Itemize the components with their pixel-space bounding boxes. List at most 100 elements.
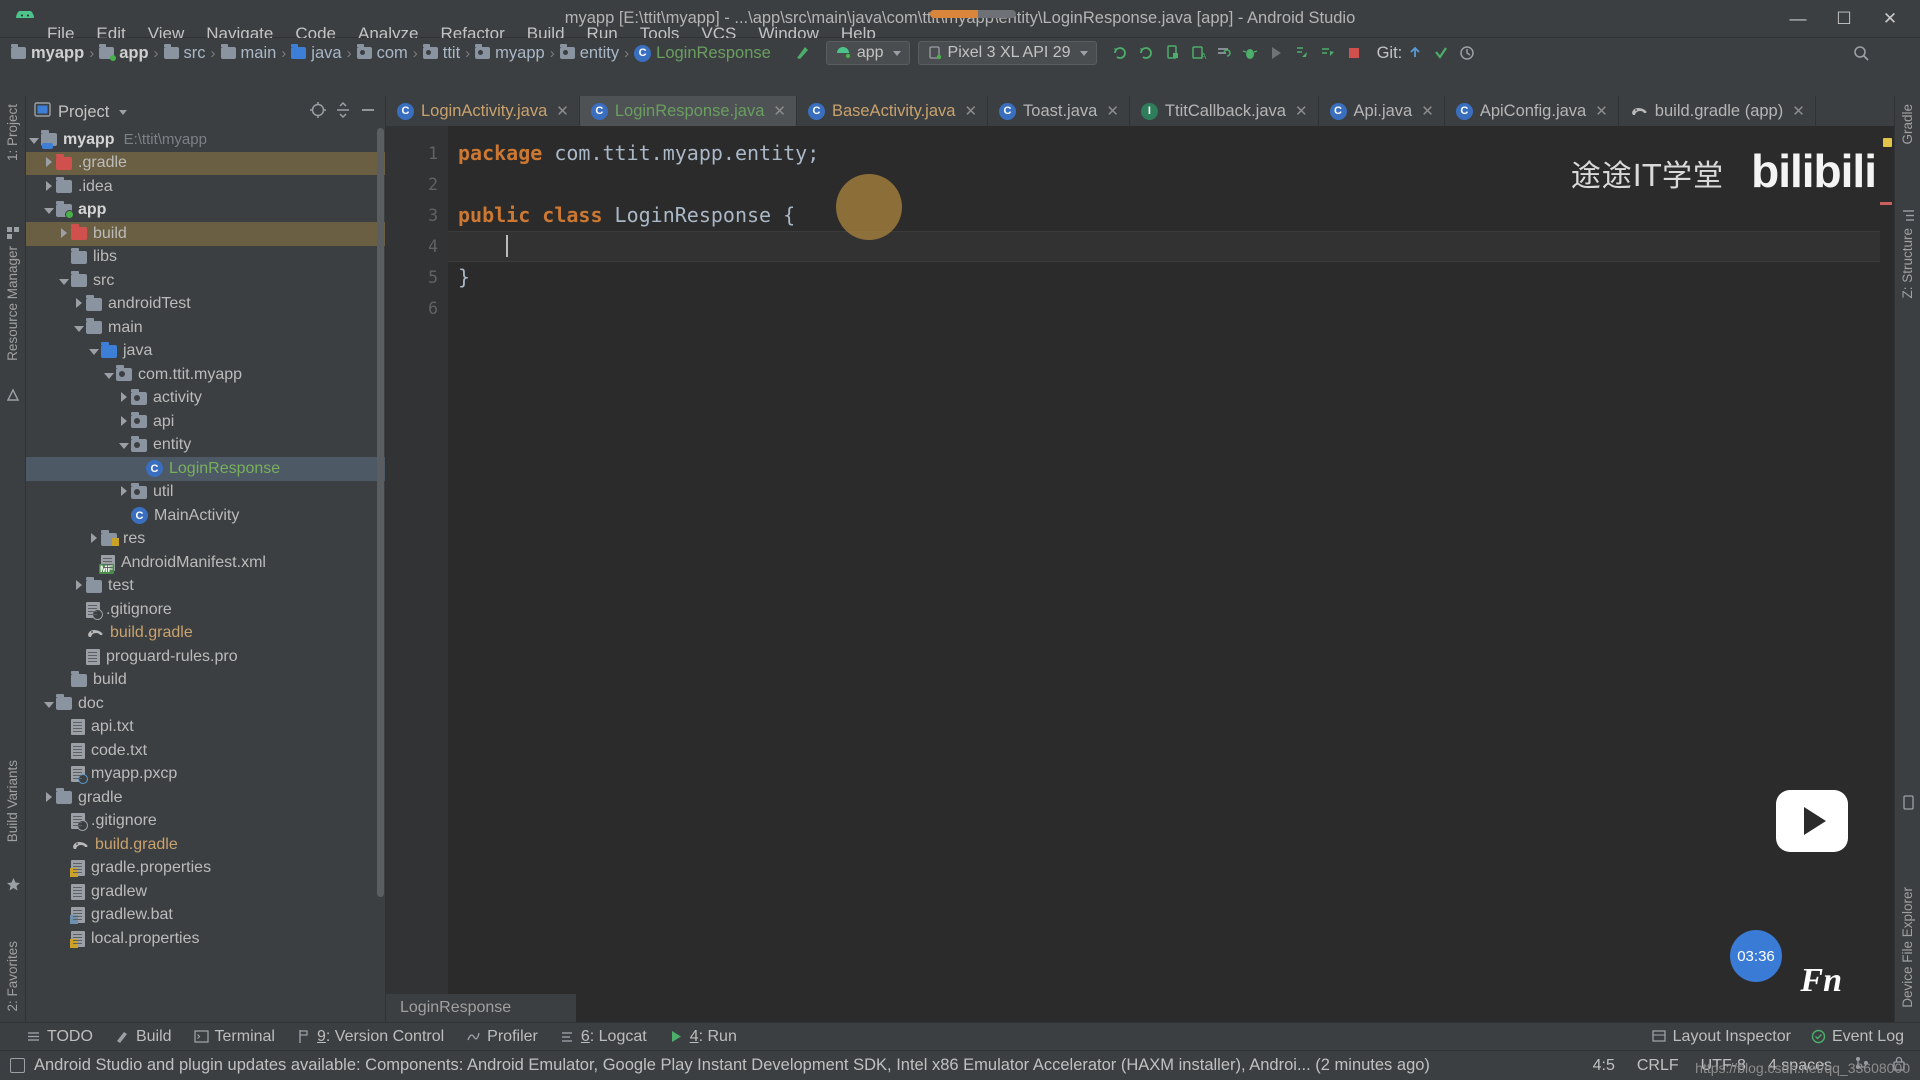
editor-tab-toast-java[interactable]: C Toast.java ✕ bbox=[988, 96, 1130, 126]
collapse-arrow-icon[interactable] bbox=[41, 789, 56, 807]
tree-node-api-txt[interactable]: api.txt bbox=[26, 716, 385, 740]
tree-node-entity[interactable]: entity bbox=[26, 434, 385, 458]
expand-arrow-icon[interactable] bbox=[116, 436, 131, 454]
refresh-icon[interactable] bbox=[1133, 41, 1159, 65]
close-tab-icon[interactable]: ✕ bbox=[1421, 102, 1434, 120]
tree-node-build-gradle[interactable]: build.gradle bbox=[26, 833, 385, 857]
code-text[interactable]: package com.ttit.myapp.entity; public cl… bbox=[448, 126, 1894, 1022]
collapse-arrow-icon[interactable] bbox=[116, 389, 131, 407]
tree-node-loginresponse[interactable]: C LoginResponse bbox=[26, 457, 385, 481]
make-project-icon[interactable] bbox=[790, 41, 816, 65]
toolwindow-event-log[interactable]: Event Log bbox=[1811, 1028, 1904, 1046]
expand-arrow-icon[interactable] bbox=[41, 201, 56, 219]
tree-node--gradle[interactable]: .gradle bbox=[26, 151, 385, 175]
toolwindow-run[interactable]: 4: Run bbox=[669, 1028, 737, 1046]
editor-breadcrumb[interactable]: LoginResponse bbox=[386, 994, 576, 1022]
toolwindow-version-control[interactable]: 9: Version Control bbox=[297, 1028, 444, 1046]
breadcrumb-com[interactable]: com bbox=[354, 44, 411, 63]
tree-node-com-ttit-myapp[interactable]: com.ttit.myapp bbox=[26, 363, 385, 387]
expand-arrow-icon[interactable] bbox=[101, 366, 116, 384]
tree-node-java[interactable]: java bbox=[26, 340, 385, 364]
tree-node-mainactivity[interactable]: C MainActivity bbox=[26, 504, 385, 528]
run-configuration-selector[interactable]: app bbox=[825, 41, 910, 65]
editor-tab-bar[interactable]: C LoginActivity.java ✕ C LoginResponse.java ✕… bbox=[386, 96, 1894, 126]
editor-tab-loginactivity-java[interactable]: C LoginActivity.java ✕ bbox=[386, 96, 580, 126]
rail-item-build-variants[interactable]: Build Variants bbox=[5, 760, 20, 842]
toolwindow-layout-inspector[interactable]: Layout Inspector bbox=[1651, 1028, 1791, 1046]
collapse-arrow-icon[interactable] bbox=[56, 225, 71, 243]
collapse-arrow-icon[interactable] bbox=[71, 295, 86, 313]
chevron-down-icon[interactable] bbox=[119, 109, 128, 115]
maximize-button[interactable]: ☐ bbox=[1822, 4, 1866, 34]
tree-node-code-txt[interactable]: code.txt bbox=[26, 739, 385, 763]
debug-icon[interactable] bbox=[1237, 41, 1263, 65]
tree-node--idea[interactable]: .idea bbox=[26, 175, 385, 199]
tree-node-myapp[interactable]: myapp E:\ttit\myapp bbox=[26, 128, 385, 152]
tree-node-activity[interactable]: activity bbox=[26, 387, 385, 411]
close-tab-icon[interactable]: ✕ bbox=[1106, 102, 1119, 120]
tree-node--gitignore[interactable]: .gitignore bbox=[26, 598, 385, 622]
editor-tab-build-gradle-app-[interactable]: build.gradle (app) ✕ bbox=[1619, 96, 1816, 126]
tree-node-test[interactable]: test bbox=[26, 575, 385, 599]
project-tree[interactable]: myapp E:\ttit\myapp .gradle .idea app build li… bbox=[26, 128, 385, 1022]
tree-node-build[interactable]: build bbox=[26, 222, 385, 246]
close-tab-icon[interactable]: ✕ bbox=[1595, 102, 1608, 120]
select-opened-file-icon[interactable] bbox=[309, 101, 327, 124]
expand-arrow-icon[interactable] bbox=[41, 695, 56, 713]
tree-node--gitignore[interactable]: .gitignore bbox=[26, 810, 385, 834]
collapse-arrow-icon[interactable] bbox=[71, 577, 86, 595]
device-selector[interactable]: Pixel 3 XL API 29 bbox=[917, 41, 1097, 65]
toolwindow-terminal[interactable]: Terminal bbox=[193, 1028, 275, 1046]
vcs-update-icon[interactable] bbox=[1402, 41, 1428, 65]
breadcrumb-myapp-pkg[interactable]: myapp bbox=[472, 44, 548, 63]
stop-icon[interactable] bbox=[1341, 41, 1367, 65]
caret-position[interactable]: 4:5 bbox=[1593, 1057, 1615, 1075]
rail-item-favorites[interactable]: 2: Favorites bbox=[5, 941, 20, 1012]
sdk-manager-icon[interactable]: A bbox=[1185, 41, 1211, 65]
collapse-arrow-icon[interactable] bbox=[86, 530, 101, 548]
editor-tab-apiconfig-java[interactable]: C ApiConfig.java ✕ bbox=[1445, 96, 1619, 126]
rail-item-structure[interactable]: Z: Structure bbox=[1900, 228, 1915, 299]
project-tree-scrollbar[interactable] bbox=[377, 128, 384, 897]
collapse-arrow-icon[interactable] bbox=[41, 178, 56, 196]
tree-node-gradlew-bat[interactable]: gradlew.bat bbox=[26, 904, 385, 928]
editor-scrollbar[interactable] bbox=[1880, 126, 1894, 1022]
breadcrumb-entity[interactable]: entity bbox=[557, 44, 622, 63]
editor-tab-ttitcallback-java[interactable]: I TtitCallback.java ✕ bbox=[1130, 96, 1319, 126]
expand-arrow-icon[interactable] bbox=[56, 272, 71, 290]
breadcrumb-app[interactable]: app bbox=[96, 44, 151, 63]
breadcrumb-src[interactable]: src bbox=[161, 44, 209, 63]
tree-node-build[interactable]: build bbox=[26, 669, 385, 693]
sync-project-icon[interactable] bbox=[1107, 41, 1133, 65]
breadcrumb-myapp[interactable]: myapp bbox=[8, 44, 87, 63]
rail-item-device-file-explorer[interactable]: Device File Explorer bbox=[1900, 887, 1915, 1008]
collapse-all-icon[interactable] bbox=[334, 101, 352, 124]
close-tab-icon[interactable]: ✕ bbox=[964, 102, 977, 120]
tree-node-main[interactable]: main bbox=[26, 316, 385, 340]
breadcrumb-loginresponse[interactable]: C LoginResponse bbox=[631, 44, 774, 63]
rail-item-project[interactable]: 1: Project bbox=[5, 104, 20, 161]
expand-arrow-icon[interactable] bbox=[71, 319, 86, 337]
vcs-commit-icon[interactable] bbox=[1428, 41, 1454, 65]
tree-node-build-gradle[interactable]: build.gradle bbox=[26, 622, 385, 646]
toolwindow-todo[interactable]: TODO bbox=[26, 1028, 93, 1046]
toolwindow-profiler[interactable]: Profiler bbox=[466, 1028, 538, 1046]
search-everywhere-icon[interactable] bbox=[1848, 41, 1874, 65]
breadcrumb-ttit[interactable]: ttit bbox=[420, 44, 463, 63]
rail-item-gradle[interactable]: Gradle bbox=[1900, 104, 1915, 145]
close-tab-icon[interactable]: ✕ bbox=[556, 102, 569, 120]
error-marker[interactable] bbox=[1880, 202, 1892, 205]
expand-arrow-icon[interactable] bbox=[86, 342, 101, 360]
collapse-arrow-icon[interactable] bbox=[41, 154, 56, 172]
rail-item-resource-manager[interactable]: Resource Manager bbox=[5, 246, 20, 361]
line-separator[interactable]: CRLF bbox=[1637, 1057, 1679, 1075]
status-message-area[interactable]: Android Studio and plugin updates availa… bbox=[10, 1056, 1430, 1075]
close-tab-icon[interactable]: ✕ bbox=[1295, 102, 1308, 120]
close-tab-icon[interactable]: ✕ bbox=[1792, 102, 1805, 120]
tree-node-myapp-pxcp[interactable]: myapp.pxcp bbox=[26, 763, 385, 787]
tree-node-doc[interactable]: doc bbox=[26, 692, 385, 716]
tree-node-gradle-properties[interactable]: gradle.properties bbox=[26, 857, 385, 881]
avd-manager-icon[interactable] bbox=[1159, 41, 1185, 65]
tree-node-proguard-rules-pro[interactable]: proguard-rules.pro bbox=[26, 645, 385, 669]
collapse-arrow-icon[interactable] bbox=[116, 413, 131, 431]
